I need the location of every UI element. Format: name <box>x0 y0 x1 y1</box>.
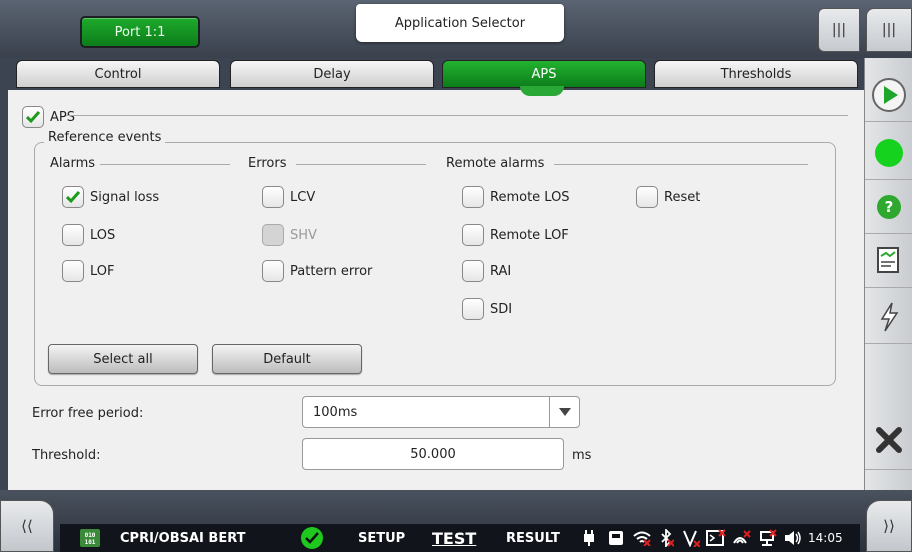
remote-icon <box>732 524 752 552</box>
sdi-label: SDI <box>490 301 513 317</box>
chevron-down-icon[interactable] <box>549 397 579 427</box>
close-icon[interactable] <box>865 410 912 470</box>
rai-checkbox[interactable] <box>462 260 484 282</box>
clock: 14:05 <box>808 531 843 545</box>
wifi-icon <box>632 524 652 552</box>
signal-icon <box>682 524 700 552</box>
rai-label: RAI <box>490 263 512 279</box>
setup-tab[interactable]: SETUP <box>358 524 405 552</box>
divider <box>66 115 848 116</box>
panel-menu-icon[interactable]: ||| <box>866 8 912 52</box>
sdi-checkbox[interactable] <box>462 298 484 320</box>
threshold-label: Threshold: <box>32 448 101 463</box>
signal-loss-checkbox[interactable] <box>62 186 84 208</box>
port-button[interactable]: Port 1:1 <box>80 16 200 48</box>
status-bar: 010 101 CPRI/OBSAI BERT SETUP TEST RESULT… <box>60 524 860 552</box>
application-selector[interactable]: Application Selector <box>356 4 564 42</box>
network-icon <box>758 524 778 552</box>
divider <box>100 164 230 165</box>
terminal-icon <box>706 524 726 552</box>
nav-left-icon[interactable]: ⟨⟨ <box>0 500 54 552</box>
remote-alarms-title: Remote alarms <box>446 156 549 171</box>
error-shv: SHV <box>262 224 317 246</box>
svg-text:?: ? <box>885 198 894 216</box>
check-status-icon <box>300 524 324 552</box>
reset-label: Reset <box>664 189 701 205</box>
menu-icon[interactable]: ||| <box>818 8 860 52</box>
volume-icon <box>784 524 802 552</box>
los-label: LOS <box>90 227 116 243</box>
alarms-title: Alarms <box>50 156 100 171</box>
remote-los-checkbox[interactable] <box>462 186 484 208</box>
status-led-icon <box>865 126 912 180</box>
remote-lof-checkbox[interactable] <box>462 224 484 246</box>
shv-label: SHV <box>290 227 317 243</box>
app-grid-icon[interactable]: 010 101 <box>80 524 100 552</box>
pattern-error-label: Pattern error <box>290 263 373 279</box>
power-plug-icon <box>580 524 598 552</box>
tab-thresholds[interactable]: Thresholds <box>654 60 858 88</box>
error-lcv[interactable]: LCV <box>262 186 315 208</box>
remote-alarm-reset[interactable]: Reset <box>636 186 700 208</box>
result-tab[interactable]: RESULT <box>506 524 560 552</box>
app-name[interactable]: CPRI/OBSAI BERT <box>120 524 246 552</box>
remote-lof-label: Remote LOF <box>490 227 569 243</box>
active-tab-indicator <box>520 86 564 96</box>
remote-alarm-remote-lof[interactable]: Remote LOF <box>462 224 569 246</box>
lightning-icon[interactable] <box>865 290 912 344</box>
alarm-los[interactable]: LOS <box>62 224 115 246</box>
lof-label: LOF <box>90 263 115 279</box>
threshold-unit: ms <box>572 448 592 463</box>
default-button[interactable]: Default <box>212 344 362 374</box>
lcv-checkbox[interactable] <box>262 186 284 208</box>
svg-text:010: 010 <box>85 532 96 539</box>
svg-text:101: 101 <box>85 539 96 546</box>
shv-checkbox <box>262 224 284 246</box>
main-panel: Control Delay APS Thresholds APS Referen… <box>8 58 864 490</box>
alarm-signal-loss[interactable]: Signal loss <box>62 186 159 208</box>
aps-checkbox-row[interactable]: APS <box>22 106 75 128</box>
los-checkbox[interactable] <box>62 224 84 246</box>
top-bar: Port 1:1 Application Selector ||| ||| <box>0 0 912 58</box>
error-free-period-select[interactable]: 100ms <box>302 396 580 428</box>
right-sidebar: ? <box>864 58 912 490</box>
remote-alarm-sdi[interactable]: SDI <box>462 298 512 320</box>
aps-checkbox[interactable] <box>22 106 44 128</box>
error-pattern-error[interactable]: Pattern error <box>262 260 372 282</box>
tab-delay[interactable]: Delay <box>230 60 434 88</box>
check-icon <box>65 191 81 204</box>
help-icon[interactable]: ? <box>865 180 912 234</box>
divider <box>554 164 808 165</box>
start-icon[interactable] <box>865 68 912 122</box>
error-free-period-label: Error free period: <box>32 406 144 421</box>
reset-checkbox[interactable] <box>636 186 658 208</box>
reference-events-title: Reference events <box>44 130 166 145</box>
threshold-input[interactable]: 50.000 <box>302 438 564 470</box>
bluetooth-icon <box>658 524 674 552</box>
tab-bar: Control Delay APS Thresholds <box>8 58 864 90</box>
test-tab[interactable]: TEST <box>432 524 476 552</box>
tab-aps[interactable]: APS <box>442 60 646 88</box>
aps-label: APS <box>50 109 75 125</box>
pattern-error-checkbox[interactable] <box>262 260 284 282</box>
report-icon[interactable] <box>865 234 912 288</box>
alarm-lof[interactable]: LOF <box>62 260 115 282</box>
nav-right-icon[interactable]: ⟩⟩ <box>866 500 912 552</box>
divider <box>296 164 426 165</box>
check-icon <box>25 111 41 124</box>
select-all-button[interactable]: Select all <box>48 344 198 374</box>
signal-loss-label: Signal loss <box>90 189 160 205</box>
lcv-label: LCV <box>290 189 316 205</box>
remote-alarm-rai[interactable]: RAI <box>462 260 511 282</box>
errors-title: Errors <box>248 156 291 171</box>
storage-icon <box>608 524 624 552</box>
remote-alarm-remote-los[interactable]: Remote LOS <box>462 186 570 208</box>
remote-los-label: Remote LOS <box>490 189 570 205</box>
error-free-period-value: 100ms <box>313 405 358 420</box>
tab-control[interactable]: Control <box>16 60 220 88</box>
lof-checkbox[interactable] <box>62 260 84 282</box>
